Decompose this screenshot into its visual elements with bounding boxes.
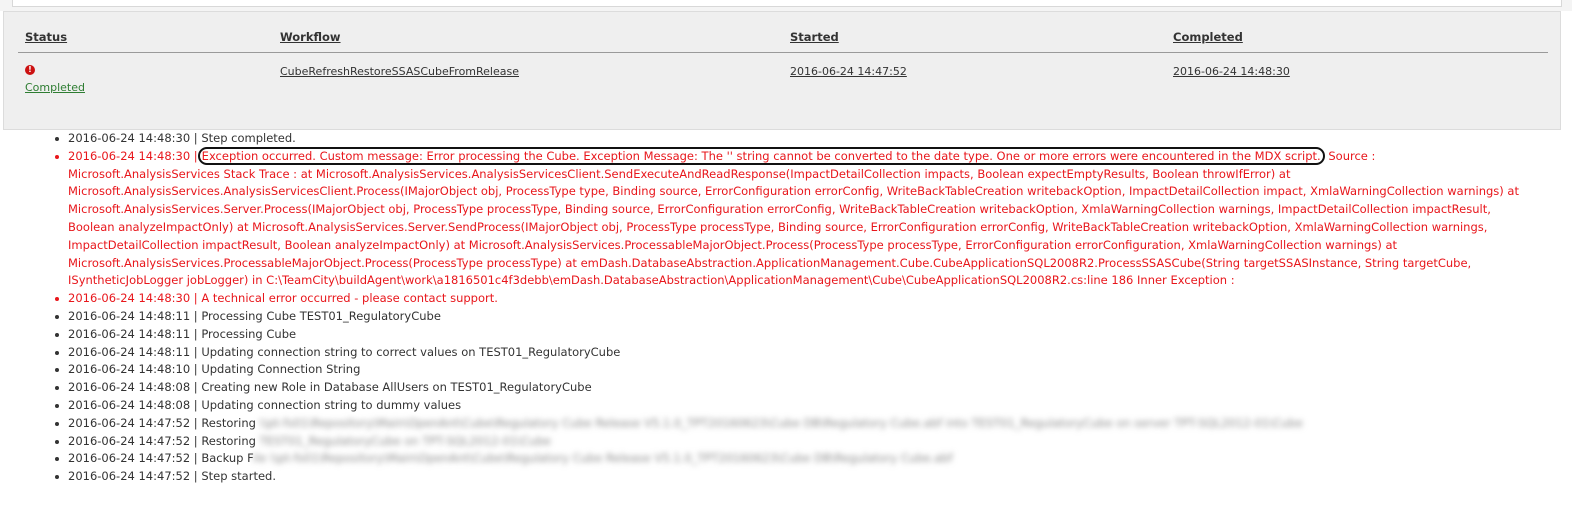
started-column-header[interactable]: Started — [790, 30, 839, 44]
log-message: Processing Cube — [201, 326, 297, 341]
log-message: A technical error occurred - please cont… — [201, 291, 498, 306]
log-message: Updating connection string to dummy valu… — [201, 397, 462, 412]
started-time-link[interactable]: 2016-06-24 14:47:52 — [790, 65, 907, 78]
log-time: 2016-06-24 14:48:08 — [68, 397, 191, 412]
log-message: Restoring — [201, 433, 256, 448]
log-time: 2016-06-24 14:47:52 — [68, 433, 191, 448]
log-time: 2016-06-24 14:47:52 — [68, 451, 191, 466]
workflow-name-link[interactable]: CubeRefreshRestoreSSASCubeFromRelease — [280, 65, 519, 78]
redacted-text: \\pt-fs01\Repository\Main\OpenAnt\Cube\R… — [259, 415, 1303, 430]
log-entry-error: 2016-06-24 14:48:30 | A technical error … — [55, 290, 1530, 308]
log-list: 2016-06-24 14:48:30 | Step completed. 20… — [0, 130, 1572, 486]
log-message: Processing Cube TEST01_RegulatoryCube — [201, 308, 441, 323]
error-icon: ! — [25, 65, 35, 75]
redacted-text: ile \\pt-fs01\Repository\Main\OpenAnt\Cu… — [252, 451, 953, 466]
status-column-header[interactable]: Status — [25, 30, 67, 44]
top-strip — [0, 0, 1572, 11]
log-message: Step completed. — [201, 131, 296, 145]
completed-time-link[interactable]: 2016-06-24 14:48:30 — [1173, 65, 1290, 78]
completed-column-header[interactable]: Completed — [1173, 30, 1243, 44]
log-time: 2016-06-24 14:48:30 — [68, 148, 191, 163]
log-message: Restoring — [201, 415, 256, 430]
log-entry: 2016-06-24 14:48:11 | Processing Cube — [55, 326, 1530, 344]
log-entry: 2016-06-24 14:47:52 | Restoring \\pt-fs0… — [55, 415, 1530, 433]
log-message: Updating connection string to correct va… — [201, 344, 621, 359]
workflow-panel: Status Workflow Started Completed ! Comp… — [3, 11, 1561, 130]
highlighted-exception-message: Exception occurred. Custom message: Erro… — [197, 146, 1325, 165]
log-time: 2016-06-24 14:48:30 — [68, 291, 191, 306]
log-message: Step started. — [201, 469, 276, 484]
stack-trace: Source : Microsoft.AnalysisServices Stac… — [68, 148, 1519, 288]
workflow-column-header[interactable]: Workflow — [280, 30, 341, 44]
log-time: 2016-06-24 14:47:52 — [68, 469, 191, 484]
status-completed-link[interactable]: Completed — [25, 81, 85, 94]
log-entry-error: 2016-06-24 14:48:30 | Exception occurred.… — [55, 146, 1530, 290]
log-entry: 2016-06-24 14:48:10 | Updating Connectio… — [55, 361, 1530, 379]
log-time: 2016-06-24 14:48:11 — [68, 344, 191, 359]
log-time: 2016-06-24 14:48:30 — [68, 131, 191, 145]
log-time: 2016-06-24 14:48:11 — [68, 326, 191, 341]
log-entry: 2016-06-24 14:48:30 | Step completed. — [55, 130, 1530, 148]
log-time: 2016-06-24 14:48:10 — [68, 362, 191, 377]
log-entry: 2016-06-24 14:48:11 | Processing Cube TE… — [55, 308, 1530, 326]
redacted-text: TEST01_RegulatoryCube on TPT-SQL2012-01\… — [259, 433, 551, 448]
top-panel-edge — [12, 0, 1562, 7]
log-time: 2016-06-24 14:47:52 — [68, 415, 191, 430]
table-row: ! Completed CubeRefreshRestoreSSASCubeFr… — [18, 53, 1548, 103]
log-entry: 2016-06-24 14:47:52 | Restoring TEST01_R… — [55, 433, 1530, 451]
log-message: Updating Connection String — [201, 362, 361, 377]
log-entry: 2016-06-24 14:47:52 | Backup File \\pt-f… — [55, 450, 1530, 468]
log-time: 2016-06-24 14:48:08 — [68, 380, 191, 395]
workflow-table-header: Status Workflow Started Completed — [18, 26, 1548, 53]
log-entry: 2016-06-24 14:48:08 | Updating connectio… — [55, 397, 1530, 415]
log-entry: 2016-06-24 14:47:52 | Step started. — [55, 468, 1530, 486]
log-message: Backup F — [201, 451, 253, 466]
log-entry: 2016-06-24 14:48:08 | Creating new Role … — [55, 379, 1530, 397]
log-message: Creating new Role in Database AllUsers o… — [201, 380, 592, 395]
log-time: 2016-06-24 14:48:11 — [68, 308, 191, 323]
workflow-table: Status Workflow Started Completed ! Comp… — [18, 26, 1548, 103]
log-entry: 2016-06-24 14:48:11 | Updating connectio… — [55, 344, 1530, 362]
step-log: 2016-06-24 14:48:30 | Step completed. 20… — [0, 130, 1572, 486]
